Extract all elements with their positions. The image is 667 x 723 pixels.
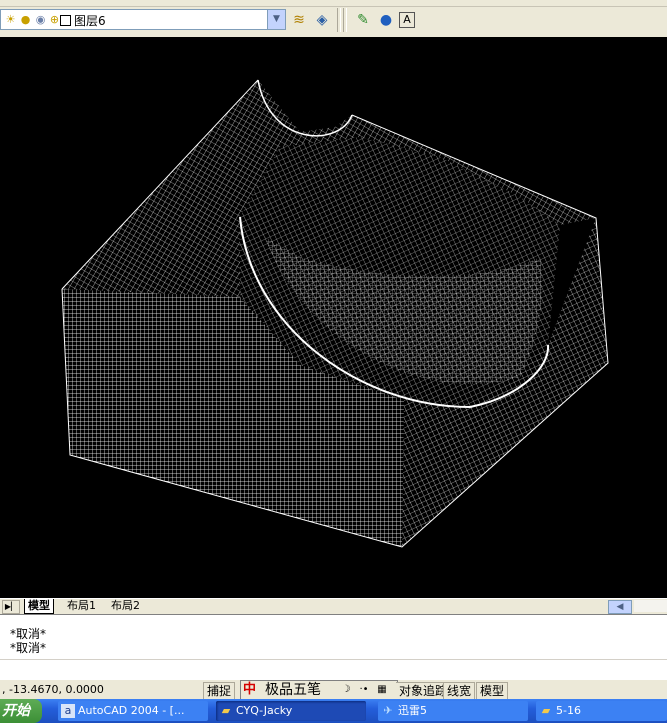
task-label: CYQ-Jacky [236, 704, 293, 717]
start-button[interactable]: 开始 [0, 699, 42, 723]
ime-name: 极品五笔 [265, 682, 321, 698]
tab-layout2[interactable]: 布局2 [108, 599, 143, 613]
layout-tab-bar: ▶▏ 模型 布局1 布局2 ◀ [0, 598, 667, 614]
task-cyq-jacky[interactable]: ▰ CYQ-Jacky [216, 701, 366, 721]
command-history-line: *取消* [10, 627, 47, 641]
model-button[interactable]: 模型 [476, 682, 509, 700]
ime-logo-icon[interactable]: 中 [243, 682, 261, 698]
hide-icon[interactable]: A [399, 12, 415, 28]
task-label: 迅雷5 [398, 704, 427, 717]
ime-toolbar[interactable]: 中 极品五笔 ☽ ·• ▦ [240, 680, 398, 700]
folder-icon: ▰ [221, 704, 231, 717]
command-input[interactable] [0, 659, 667, 678]
layer-previous-icon[interactable]: ◈ [312, 10, 332, 30]
start-label: 开始 [2, 703, 30, 719]
command-window[interactable]: *取消* *取消* [0, 614, 667, 680]
folder-icon: ▰ [541, 704, 551, 717]
layer-name: 图层6 [74, 14, 106, 28]
lineweight-button[interactable]: 线宽 [443, 682, 476, 700]
make-object-layer-current-icon[interactable]: ≋ [289, 10, 309, 30]
scroll-left-icon[interactable]: ◀ [608, 600, 632, 614]
layer-control-combo[interactable]: ☀ ● ◉ ⊕ 图层6 ▼ [0, 9, 286, 30]
xunlei-icon: ✈ [383, 704, 393, 717]
tab-model[interactable]: 模型 [24, 599, 54, 614]
keyboard-icon[interactable]: ▦ [375, 683, 389, 697]
task-label: AutoCAD 2004 - [... [78, 704, 185, 717]
coordinate-readout: , -13.4670, 0.0000 [2, 683, 104, 696]
horizontal-scrollbar[interactable] [634, 600, 667, 612]
autocad-icon: a [61, 704, 75, 718]
moon-icon[interactable]: ☽ [339, 683, 353, 697]
color-square-icon [60, 15, 71, 26]
layers-toolbar: ☀ ● ◉ ⊕ 图层6 ▼ ≋ ◈ ✎ ● A [0, 0, 667, 38]
sphere-icon[interactable]: ● [376, 10, 396, 30]
status-bar: , -13.4670, 0.0000 捕捉 中 极品五笔 ☽ ·• ▦ 对象追踪… [0, 679, 667, 700]
task-autocad[interactable]: a AutoCAD 2004 - [... [58, 701, 208, 721]
wireframe-solid-drawing [61, 79, 609, 548]
tab-layout1[interactable]: 布局1 [64, 599, 99, 613]
chevron-down-icon[interactable]: ▼ [267, 10, 285, 29]
toolbar-separator [343, 8, 347, 32]
render-icon[interactable]: ✎ [353, 10, 373, 30]
windows-taskbar: 开始 a AutoCAD 2004 - [... ▰ CYQ-Jacky ✈ 迅… [0, 699, 667, 723]
freeze-viewport-icon: ◉ [35, 13, 46, 26]
lightbulb-icon: ☀ [5, 13, 16, 26]
snap-button[interactable]: 捕捉 [203, 682, 236, 700]
command-history-line: *取消* [10, 641, 47, 655]
menu-bar-strip [0, 0, 667, 7]
punctuation-icon[interactable]: ·• [357, 683, 371, 697]
toolbar-separator [337, 8, 341, 32]
task-xunlei[interactable]: ✈ 迅雷5 [378, 701, 528, 721]
task-label: 5-16 [556, 704, 581, 717]
sun-icon: ● [20, 13, 31, 26]
model-space-canvas[interactable] [0, 37, 667, 598]
tab-scroll-arrow-icon[interactable]: ▶▏ [2, 600, 20, 614]
task-folder-5-16[interactable]: ▰ 5-16 [536, 701, 667, 721]
